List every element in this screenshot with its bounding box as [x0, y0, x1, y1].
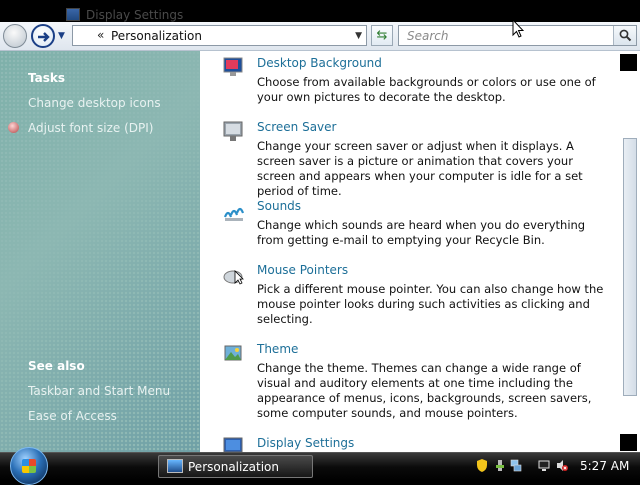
personalization-content: Desktop Background Choose from available… — [200, 51, 620, 452]
shield-icon — [8, 122, 19, 133]
ease-of-access-link[interactable]: Ease of Access — [28, 409, 117, 423]
windows-logo-icon — [22, 459, 36, 473]
display-settings-window-icon — [66, 8, 80, 21]
desktop-background-description: Choose from available backgrounds or col… — [257, 75, 596, 104]
address-breadcrumb-personalization[interactable]: Personalization — [111, 29, 202, 43]
sounds-link[interactable]: Sounds — [257, 199, 301, 213]
forward-button[interactable] — [31, 24, 55, 48]
sounds-icon[interactable] — [222, 199, 246, 223]
window-title: Display Settings — [86, 8, 184, 22]
display-settings-link[interactable]: Display Settings — [257, 436, 354, 450]
scroll-down-button[interactable] — [620, 434, 637, 451]
screen-saver-icon[interactable] — [222, 120, 246, 144]
address-bar[interactable]: « Personalization ▼ — [72, 25, 367, 46]
theme-link[interactable]: Theme — [257, 342, 298, 356]
address-dropdown-icon[interactable]: ▼ — [355, 31, 362, 41]
search-input[interactable]: Search — [407, 29, 449, 43]
back-button[interactable] — [3, 24, 27, 48]
tasks-heading: Tasks — [28, 71, 66, 85]
address-overflow-chevron[interactable]: « — [97, 28, 104, 42]
usb-device-icon[interactable] — [494, 459, 506, 472]
network-icon[interactable] — [510, 459, 522, 472]
theme-description: Change the theme. Themes can change a wi… — [257, 361, 592, 420]
sounds-description: Change which sounds are heard when you d… — [257, 218, 586, 247]
refresh-icon: ⇆ — [376, 28, 388, 43]
taskbar-start-menu-link[interactable]: Taskbar and Start Menu — [28, 384, 170, 398]
scroll-up-button[interactable] — [620, 54, 637, 71]
see-also-heading: See also — [28, 359, 85, 373]
adjust-font-size-link[interactable]: Adjust font size (DPI) — [28, 121, 153, 135]
screen-saver-link[interactable]: Screen Saver — [257, 120, 336, 134]
change-desktop-icons-link[interactable]: Change desktop icons — [28, 96, 161, 110]
vertical-scrollbar[interactable] — [620, 51, 640, 452]
start-button[interactable] — [10, 447, 48, 485]
task-pane: Tasks Change desktop icons Adjust font s… — [0, 51, 200, 452]
search-button[interactable] — [613, 26, 636, 45]
scroll-thumb[interactable] — [623, 138, 637, 396]
refresh-button[interactable]: ⇆ — [371, 25, 393, 46]
recent-pages-dropdown-icon[interactable]: ▼ — [58, 31, 65, 41]
volume-muted-icon[interactable] — [556, 459, 568, 472]
mouse-pointers-icon[interactable] — [222, 263, 246, 287]
mouse-pointers-link[interactable]: Mouse Pointers — [257, 263, 348, 277]
forward-arrow-icon — [38, 32, 50, 42]
mouse-pointers-description: Pick a different mouse pointer. You can … — [257, 282, 604, 326]
taskbar: Personalization 5:27 AM — [0, 447, 640, 485]
mouse-cursor-icon — [512, 19, 524, 38]
theme-icon[interactable] — [222, 342, 246, 366]
display-settings-icon[interactable] — [222, 436, 246, 452]
desktop-background-icon[interactable] — [222, 56, 246, 80]
display-tray-icon[interactable] — [538, 459, 550, 472]
title-bar: Display Settings — [0, 0, 640, 22]
navigation-bar: ▼ « Personalization ▼ ⇆ Search — [0, 22, 640, 51]
magnifier-icon — [619, 29, 632, 42]
security-shield-icon[interactable] — [476, 459, 488, 472]
desktop-background-link[interactable]: Desktop Background — [257, 56, 382, 70]
taskbar-button-label: Personalization — [188, 460, 279, 474]
taskbar-button-personalization[interactable]: Personalization — [158, 455, 313, 478]
screen-saver-description: Change your screen saver or adjust when … — [257, 139, 583, 198]
clock[interactable]: 5:27 AM — [580, 459, 629, 473]
personalization-window-icon — [167, 459, 183, 473]
